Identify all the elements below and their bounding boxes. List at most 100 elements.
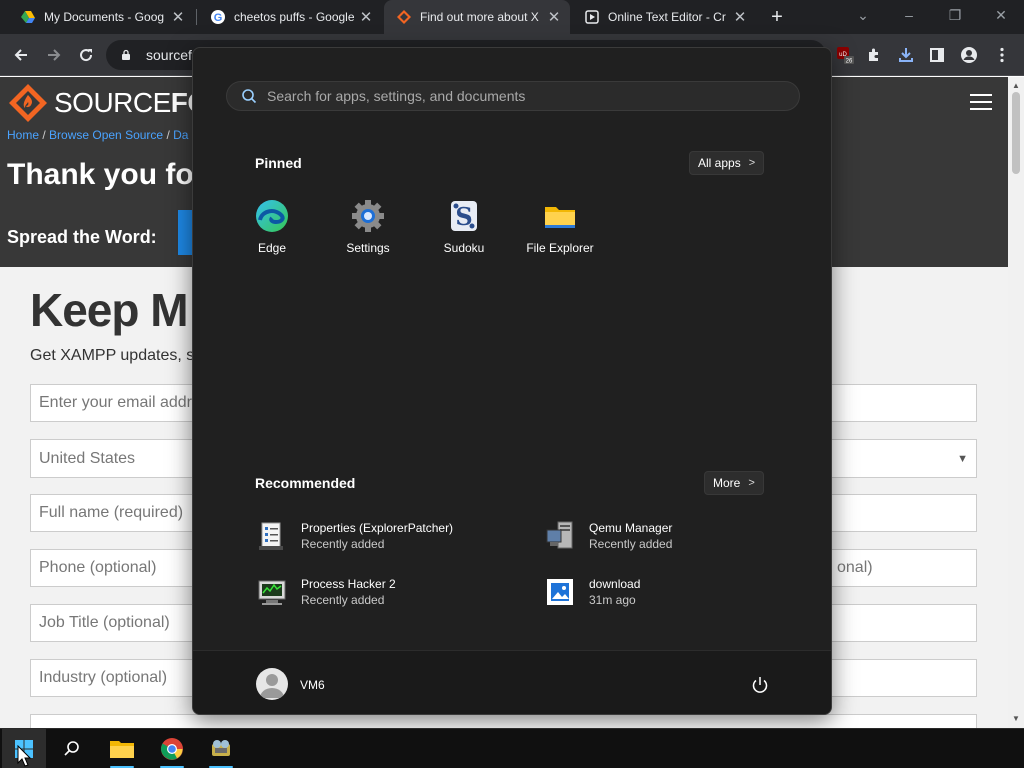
app-icon <box>212 740 230 756</box>
more-label: More <box>713 476 741 490</box>
tab-title: cheetos puffs - Google <box>234 10 355 24</box>
tab-sourceforge[interactable]: Find out more about X ✕ <box>384 0 570 34</box>
phone-placeholder: Phone (optional) <box>39 559 157 576</box>
industry-placeholder: Industry (optional) <box>39 669 168 686</box>
user-avatar[interactable] <box>256 668 288 700</box>
file-explorer-icon <box>110 741 134 758</box>
close-icon[interactable]: ✕ <box>170 8 186 26</box>
text-editor-icon <box>585 10 599 24</box>
taskbar-file-explorer[interactable] <box>100 729 144 768</box>
company-field[interactable] <box>30 714 977 728</box>
hamburger-menu-icon[interactable] <box>970 94 992 110</box>
recommended-title: Recommended <box>255 475 356 491</box>
start-menu: Search for apps, settings, and documents… <box>192 47 832 715</box>
email-field-placeholder: Enter your email addre <box>39 394 201 411</box>
side-panel-icon[interactable] <box>926 44 948 66</box>
ublock-extension-icon[interactable]: uD 26 <box>834 44 856 66</box>
restore-icon[interactable]: ❐ <box>932 0 978 30</box>
recommended-item-properties[interactable]: Properties (ExplorerPatcher) Recently ad… <box>256 520 453 552</box>
tab-online-text-editor[interactable]: Online Text Editor - Cr ✕ <box>572 0 756 34</box>
optional-field-placeholder: onal) <box>837 559 873 576</box>
recommended-item-download[interactable]: download 31m ago <box>544 576 640 608</box>
all-apps-button[interactable]: All apps > <box>689 151 765 175</box>
pinned-app-settings[interactable]: Settings <box>323 198 413 255</box>
recommended-item-subtitle: Recently added <box>301 537 385 551</box>
breadcrumb-category[interactable]: Da <box>173 128 188 142</box>
back-icon[interactable] <box>8 42 34 68</box>
download-icon[interactable] <box>895 44 917 66</box>
recommended-item-name: download <box>589 577 641 591</box>
image-file-icon <box>547 579 573 605</box>
all-apps-label: All apps <box>698 156 741 170</box>
new-tab-button[interactable]: + <box>765 6 789 28</box>
start-search-input[interactable]: Search for apps, settings, and documents <box>226 81 800 111</box>
app-label: Edge <box>257 241 287 255</box>
extensions-puzzle-icon[interactable] <box>863 44 885 66</box>
chevron-right-icon: > <box>748 477 755 489</box>
close-icon[interactable]: ✕ <box>358 8 374 26</box>
lock-icon <box>122 49 130 60</box>
close-window-icon[interactable]: ✕ <box>978 0 1024 30</box>
minimize-icon[interactable]: – <box>886 0 932 30</box>
spread-the-word-label: Spread the Word: <box>7 227 157 247</box>
reload-icon[interactable] <box>73 42 99 68</box>
taskbar <box>0 728 1024 768</box>
mouse-cursor-icon <box>17 745 31 767</box>
qemu-manager-icon <box>546 521 573 549</box>
settings-gear-icon <box>352 200 384 232</box>
start-menu-footer: VM6 <box>193 650 831 714</box>
pinned-app-file-explorer[interactable]: File Explorer <box>515 198 605 255</box>
recommended-item-subtitle: 31m ago <box>589 593 636 607</box>
tab-search-icon[interactable]: ⌄ <box>840 0 886 30</box>
search-icon <box>64 741 79 756</box>
taskbar-chrome[interactable] <box>150 729 194 768</box>
keep-heading: Keep M <box>30 284 189 336</box>
scroll-down-icon[interactable]: ▼ <box>1008 712 1024 726</box>
thank-you-heading: Thank you fo <box>7 158 194 191</box>
tab-divider <box>196 9 197 25</box>
breadcrumb-home[interactable]: Home <box>7 128 39 142</box>
recommended-item-qemu-manager[interactable]: Qemu Manager Recently added <box>544 520 672 552</box>
user-icon <box>260 674 284 698</box>
forward-icon[interactable] <box>41 42 67 68</box>
google-icon: G <box>211 10 225 24</box>
recommended-item-process-hacker[interactable]: Process Hacker 2 Recently added <box>256 576 396 608</box>
tab-title: Find out more about X <box>420 10 539 24</box>
chrome-icon <box>161 738 183 760</box>
taskbar-search-button[interactable] <box>50 729 94 768</box>
scroll-up-icon[interactable]: ▲ <box>1008 79 1024 93</box>
logo-text-light: SOURCE <box>54 87 171 118</box>
tab-title: My Documents - Goog <box>44 10 165 24</box>
recommended-item-name: Qemu Manager <box>589 521 673 535</box>
scrollbar-thumb[interactable] <box>1012 92 1020 174</box>
job-title-placeholder: Job Title (optional) <box>39 614 170 631</box>
user-name[interactable]: VM6 <box>300 678 325 692</box>
chevron-right-icon: > <box>748 157 756 169</box>
sudoku-icon: S <box>451 201 477 231</box>
tab-cheetos-puffs[interactable]: G cheetos puffs - Google ✕ <box>198 0 382 34</box>
more-button[interactable]: More > <box>704 471 764 495</box>
pinned-app-edge[interactable]: Edge <box>227 198 317 255</box>
tab-title: Online Text Editor - Cr <box>608 10 726 24</box>
pinned-app-sudoku[interactable]: S Sudoku <box>419 198 509 255</box>
extension-badge: 26 <box>846 59 853 65</box>
breadcrumb-browse[interactable]: Browse Open Source <box>49 128 163 142</box>
close-icon[interactable]: ✕ <box>732 8 748 26</box>
sourceforge-icon <box>397 10 411 24</box>
profile-icon[interactable] <box>958 44 980 66</box>
desktop-screen: My Documents - Goog ✕ G cheetos puffs - … <box>0 0 1024 768</box>
tab-my-documents[interactable]: My Documents - Goog ✕ <box>8 0 194 34</box>
close-icon[interactable]: ✕ <box>546 8 562 26</box>
recommended-item-subtitle: Recently added <box>301 593 385 607</box>
app-label: Settings <box>346 241 390 255</box>
taskbar-app[interactable] <box>199 729 243 768</box>
breadcrumb: Home / Browse Open Source / Da <box>7 128 189 142</box>
sourceforge-logo-icon <box>9 84 47 122</box>
chrome-menu-icon[interactable] <box>991 44 1013 66</box>
power-icon[interactable] <box>750 675 770 695</box>
properties-icon <box>259 522 283 550</box>
edge-icon <box>256 200 288 232</box>
search-icon <box>242 89 257 104</box>
page-scrollbar[interactable]: ▲ ▼ <box>1008 77 1024 728</box>
app-label: File Explorer <box>526 241 594 255</box>
